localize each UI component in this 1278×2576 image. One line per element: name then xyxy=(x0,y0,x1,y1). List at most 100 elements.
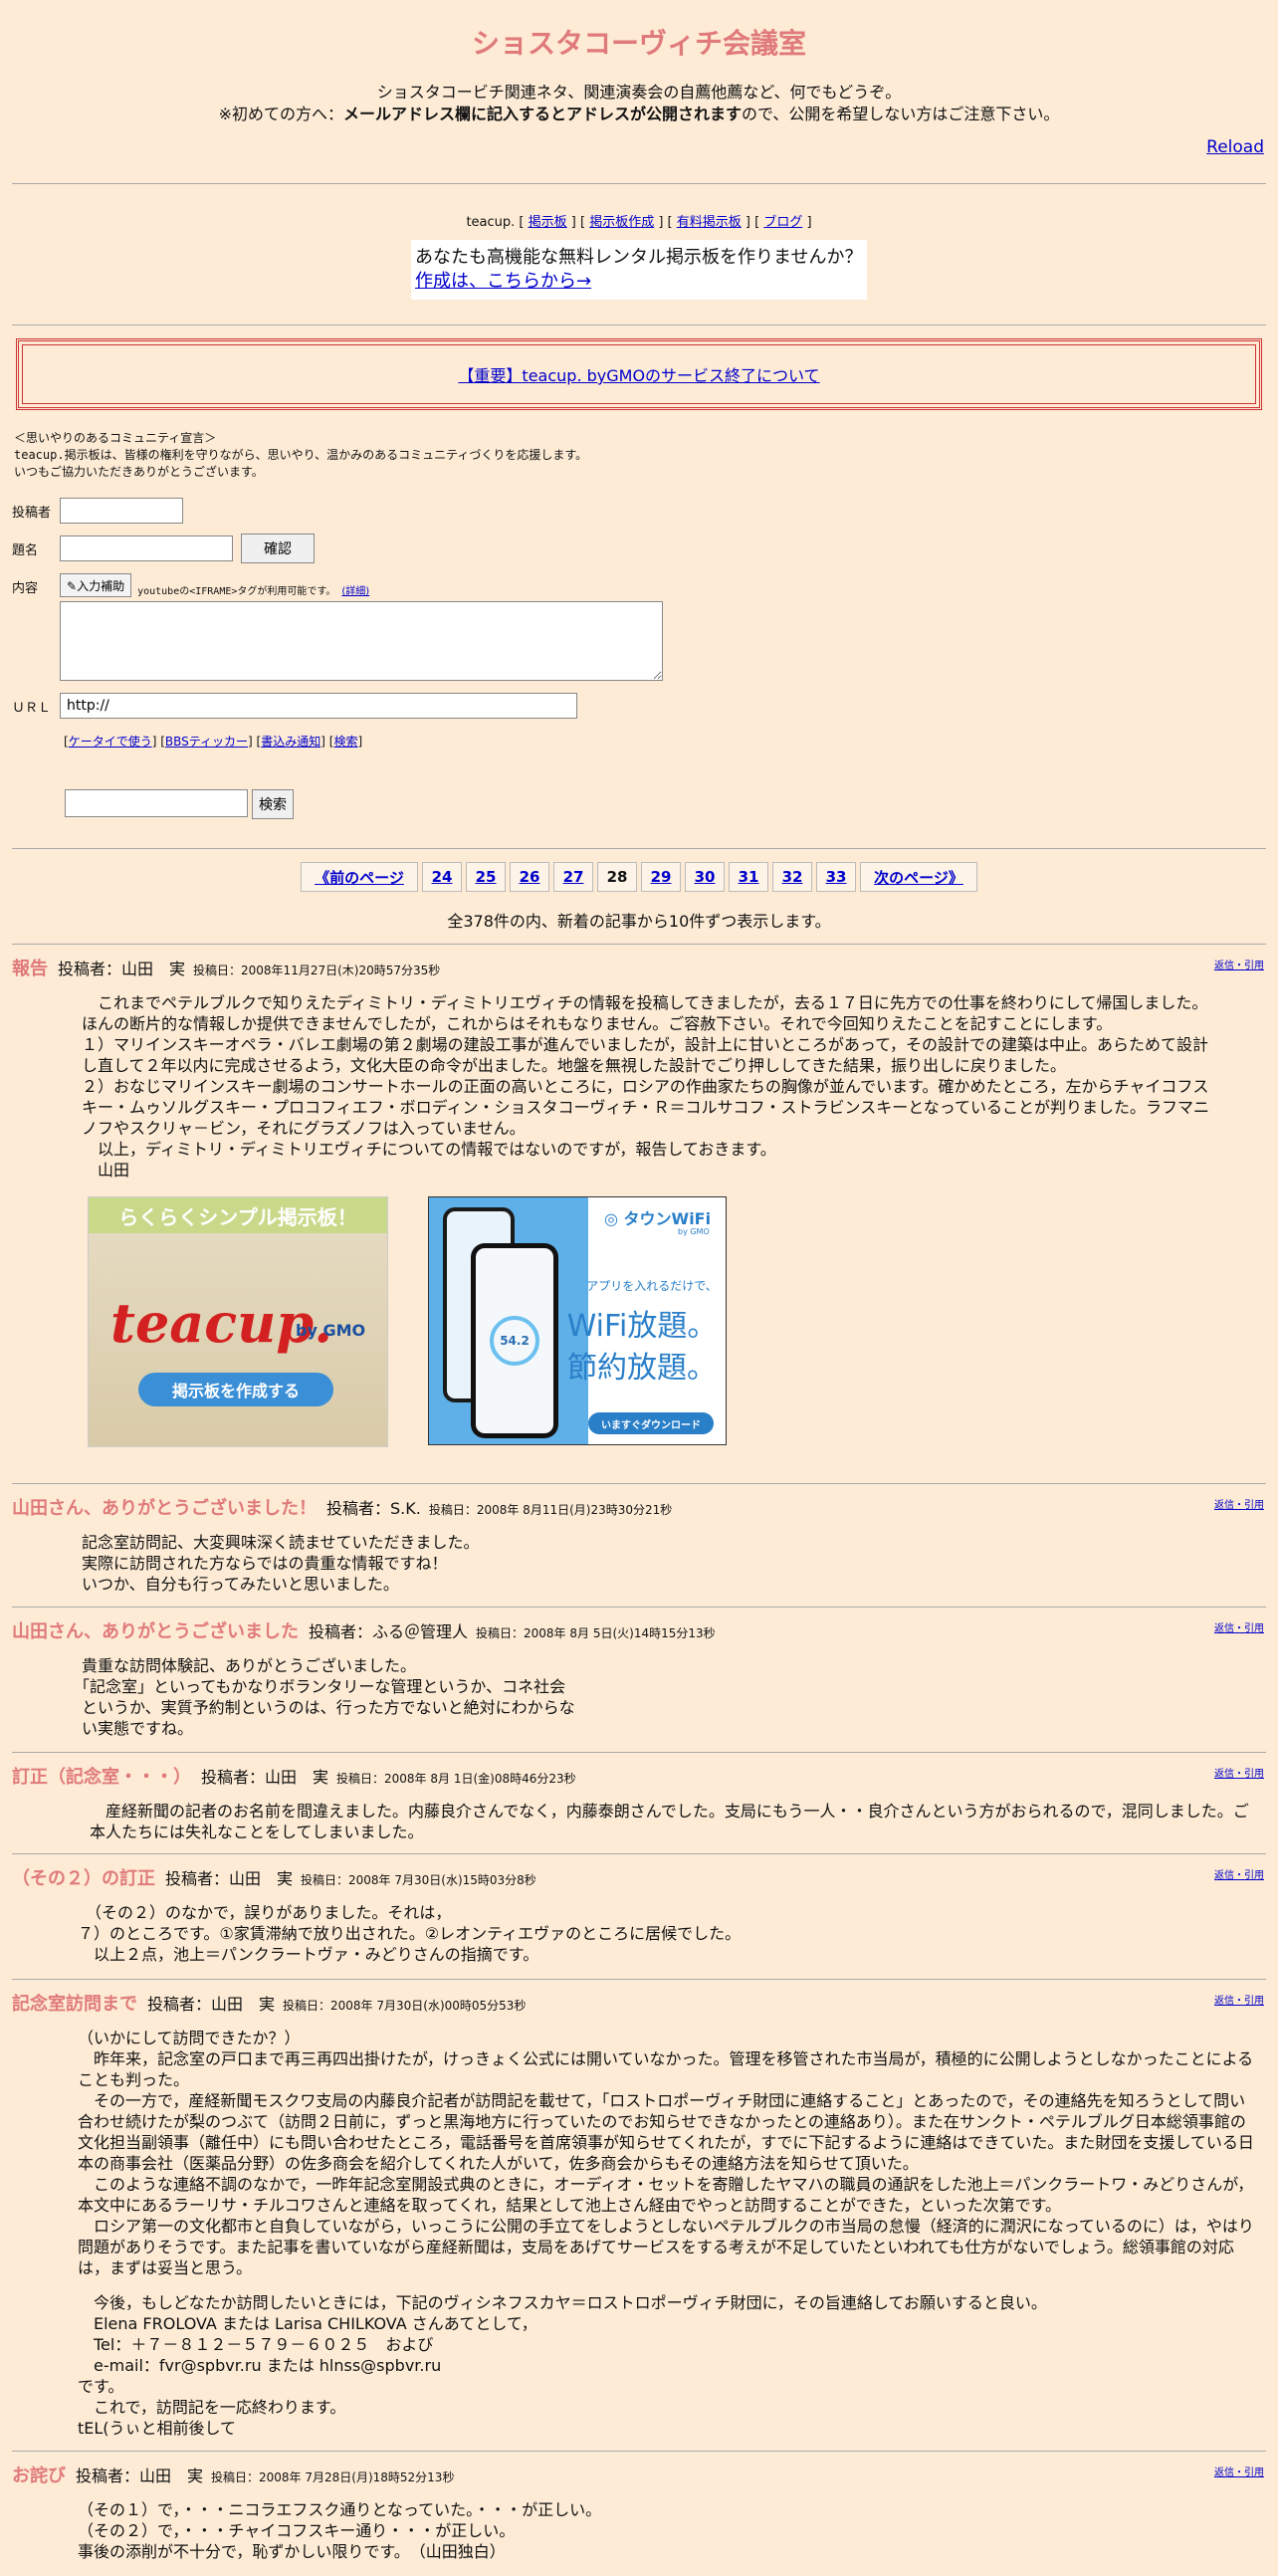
post-header: （その２）の訂正 投稿者：山田 実 投稿日：2008年 7月30日(水)15時0… xyxy=(12,1854,1266,1890)
search-link[interactable]: 検索 xyxy=(333,735,357,749)
page-31[interactable]: 31 xyxy=(729,862,768,892)
post-line: い実態ですね。 xyxy=(66,1719,194,1738)
divider xyxy=(12,183,1266,184)
url-input[interactable] xyxy=(60,693,577,719)
townwifi-line2: WiFi放題。 xyxy=(566,1309,718,1344)
service-end-notice: 【重要】teacup. byGMOのサービス終了について xyxy=(16,338,1262,410)
notice-link[interactable]: 【重要】teacup. byGMOのサービス終了について xyxy=(458,362,819,386)
post-title: 山田さん、ありがとうございました xyxy=(12,1621,299,1642)
post-title: 山田さん、ありがとうございました！ xyxy=(12,1498,317,1519)
youtube-detail-link[interactable]: (詳細) xyxy=(341,582,369,597)
teacup-ad[interactable]: らくらくシンプル掲示板！ teacup. by GMO 掲示板を作成する xyxy=(88,1196,388,1447)
nav-link-paid[interactable]: 有料掲示板 xyxy=(677,215,742,230)
post-list: 返信・引用 報告 投稿者：山田 実 投稿日：2008年11月27日(木)20時5… xyxy=(0,944,1278,2561)
post-header: 報告 投稿者：山田 実 投稿日：2008年11月27日(木)20時57分35秒 xyxy=(12,945,1266,980)
author-row: 投稿者 xyxy=(12,498,1266,524)
youtube-note: youtubeの<IFRAME>タグが利用可能です。 xyxy=(137,586,336,597)
post-line: tEL(うぃと相前後して xyxy=(78,2419,237,2438)
content-textarea[interactable] xyxy=(60,601,663,681)
post-line: １）マリインスキーオペラ・バレエ劇場の第２劇場の建設工事が進んでいましたが，設計… xyxy=(82,1035,1209,1075)
post-line: 産経新聞の記者のお名前を間違えました。内藤良介さんでなく，内藤泰朗さんでした。支… xyxy=(90,1802,1249,1841)
post-line: （その１）で，・・・ニコラエフスク通りとなっていた。・・・が正しい。 xyxy=(78,2500,602,2519)
content-row: 内容 ✎入力補助 youtubeの<IFRAME>タグが利用可能です。 (詳細) xyxy=(12,573,1266,685)
post-line: その一方で，産経新聞モスクワ支局の内藤良介記者が訪問記を載せて，「ロストロポーヴ… xyxy=(78,2091,1254,2173)
post-item: 返信・引用 （その２）の訂正 投稿者：山田 実 投稿日：2008年 7月30日(… xyxy=(12,1853,1266,1979)
post-line: ７）のところです。①家賃滞納で放り出された。②レオンティエヴァのところに居候でし… xyxy=(78,1924,742,1943)
post-line: e-mail：fvr@spbvr.ru または hlnss@spbvr.ru xyxy=(78,2356,442,2375)
townwifi-logo: ◎ タウンWiFi xyxy=(604,1205,711,1229)
reply-link[interactable]: 返信・引用 xyxy=(1214,1765,1264,1780)
author-label: 投稿者 xyxy=(12,505,52,521)
page-current: 28 xyxy=(597,862,637,892)
page-30[interactable]: 30 xyxy=(685,862,725,892)
reply-link[interactable]: 返信・引用 xyxy=(1214,1496,1264,1511)
bbs-ticker-link[interactable]: BBSティッカー xyxy=(165,735,248,749)
post-body: （その１）で，・・・ニコラエフスク通りとなっていた。・・・が正しい。 （その２）… xyxy=(78,2499,1266,2562)
townwifi-ad[interactable]: 54.2 ◎ タウンWiFi by GMO アプリを入れるだけで、 WiFi放題… xyxy=(428,1196,727,1445)
reply-link[interactable]: 返信・引用 xyxy=(1214,957,1264,971)
nav-brand: teacup. xyxy=(466,215,516,230)
wifi-icon: ◎ xyxy=(604,1209,618,1228)
post-line: これで，訪問記を一応終わります。 xyxy=(78,2398,346,2417)
page-32[interactable]: 32 xyxy=(772,862,812,892)
post-line: 記念室訪問記、大変興味深く読ませていただきました。 xyxy=(66,1533,480,1552)
input-assist-button[interactable]: ✎入力補助 xyxy=(60,573,132,597)
search-input[interactable] xyxy=(65,789,248,817)
form-links: [ケータイで使う] [BBSティッカー] [書込み通知] [検索] xyxy=(64,735,363,749)
next-page-button[interactable]: 次のページ》 xyxy=(860,862,977,892)
declaration-text: teacup.掲示板は、皆様の権利を守りながら、思いやり、温かみのあるコミュニテ… xyxy=(14,448,588,462)
post-line: （その２）で，・・・チャイコフスキー通り・・・が正しい。 xyxy=(78,2521,516,2540)
intro-warning: メールアドレス欄に記入するとアドレスが公開されます xyxy=(343,105,743,123)
author-input[interactable] xyxy=(60,498,183,524)
teacup-ad-title: らくらくシンプル掲示板！ xyxy=(89,1197,387,1233)
rental-ad-box: あなたも高機能な無料レンタル掲示板を作りませんか？ 作成は、こちらから→ xyxy=(411,240,867,300)
reply-link[interactable]: 返信・引用 xyxy=(1214,2464,1264,2478)
notice-inner: 【重要】teacup. byGMOのサービス終了について xyxy=(22,344,1256,404)
post-header: お詫び 投稿者：山田 実 投稿日：2008年 7月28日(月)18時52分13秒 xyxy=(12,2452,1266,2487)
page-26[interactable]: 26 xyxy=(510,862,549,892)
confirm-button[interactable]: 確認 xyxy=(241,534,315,563)
search-button[interactable]: 検索 xyxy=(252,789,294,819)
post-author: 投稿者：山田 実 xyxy=(165,1869,294,1888)
post-author: 投稿者：S.K. xyxy=(326,1499,421,1518)
reply-link[interactable]: 返信・引用 xyxy=(1214,1619,1264,1634)
phone-front-screen: 54.2 xyxy=(476,1248,553,1433)
notice-section: 【重要】teacup. byGMOのサービス終了について ＜思いやりのあるコミュ… xyxy=(0,317,1278,481)
rental-ad-link[interactable]: 作成は、こちらから→ xyxy=(415,271,591,292)
page-25[interactable]: 25 xyxy=(466,862,506,892)
url-row: ＵＲＬ xyxy=(12,693,1266,719)
post-body: 貴重な訪問体験記、ありがとうございました。 「記念室」といってもかなりボランタリ… xyxy=(66,1655,1266,1739)
reply-link[interactable]: 返信・引用 xyxy=(1214,1992,1264,2007)
prev-page-button[interactable]: 《前のページ xyxy=(301,862,418,892)
nav-section: teacup. [ 掲示板 ] [ 掲示板作成 ] [ 有料掲示板 ] [ ブロ… xyxy=(0,197,1278,300)
intro-note-prefix: ※初めての方へ： xyxy=(218,105,344,123)
townwifi-download-button: いますぐダウンロード xyxy=(588,1412,714,1434)
post-date: 投稿日：2008年 7月30日(水)00時05分53秒 xyxy=(283,1999,527,2013)
nav-link-blog[interactable]: ブログ xyxy=(763,215,802,230)
rental-ad-text: あなたも高機能な無料レンタル掲示板を作りませんか？ xyxy=(415,247,863,268)
subject-label: 題名 xyxy=(12,542,39,558)
nav-link-bbs[interactable]: 掲示板 xyxy=(529,215,567,230)
post-line: 貴重な訪問体験記、ありがとうございました。 xyxy=(66,1656,417,1675)
page-29[interactable]: 29 xyxy=(641,862,681,892)
post-item: 返信・引用 訂正（記念室・・・） 投稿者：山田 実 投稿日：2008年 8月 1… xyxy=(12,1752,1266,1856)
declaration-thanks: いつもご協力いただきありがとうございます。 xyxy=(14,465,264,479)
post-line: ロシア第一の文化都市と自負していながら，いっこうに公開の手立てをしようとしないペ… xyxy=(78,2217,1254,2277)
pager-section: 《前のページ 24 25 26 27 28 29 30 31 32 33 次のペ… xyxy=(0,848,1278,932)
post-body: 記念室訪問記、大変興味深く読ませていただきました。 実際に訪問された方ならではの… xyxy=(66,1532,1266,1595)
nav-link-create[interactable]: 掲示板作成 xyxy=(589,215,654,230)
page-33[interactable]: 33 xyxy=(816,862,856,892)
service-nav: teacup. [ 掲示板 ] [ 掲示板作成 ] [ 有料掲示板 ] [ ブロ… xyxy=(466,215,812,230)
post-line: いつか、自分も行ってみたいと思いました。 xyxy=(66,1575,399,1594)
subject-input[interactable] xyxy=(60,536,233,561)
townwifi-gmo: by GMO xyxy=(678,1227,710,1236)
page-27[interactable]: 27 xyxy=(553,862,593,892)
post-line xyxy=(78,2278,1258,2292)
subject-row: 題名 確認 xyxy=(12,534,1266,563)
reply-link[interactable]: 返信・引用 xyxy=(1214,1866,1264,1881)
page-24[interactable]: 24 xyxy=(422,862,462,892)
reload-link[interactable]: Reload xyxy=(1206,137,1264,157)
mobile-link[interactable]: ケータイで使う xyxy=(69,735,152,749)
post-line: 以上，ディミトリ・ディミトリエヴィチについての情報ではないのですが，報告しておき… xyxy=(82,1140,776,1159)
post-notify-link[interactable]: 書込み通知 xyxy=(261,735,320,749)
